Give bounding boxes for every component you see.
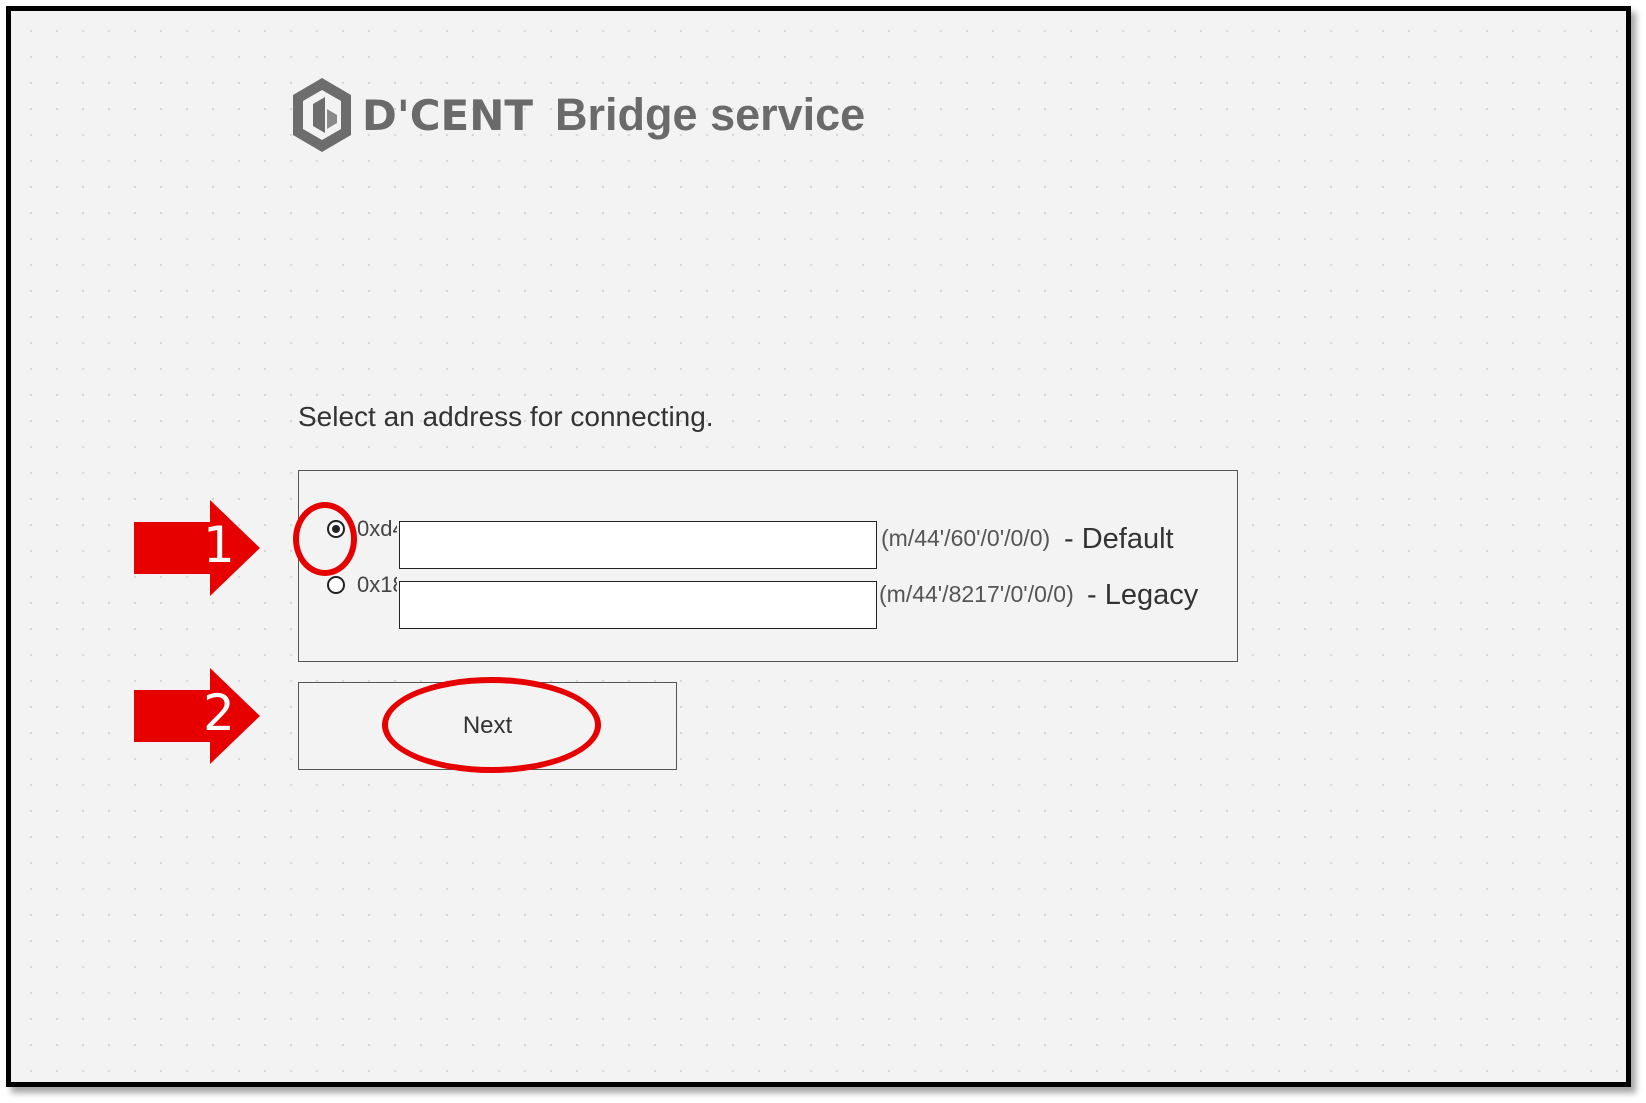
page-prompt: Select an address for connecting. xyxy=(298,401,714,432)
dcent-hexagon-logo-icon xyxy=(293,78,351,152)
logo-wordmark: D'CENT xyxy=(362,90,534,140)
address-prefix: 0xd4 xyxy=(357,516,397,541)
address-label-default: - Default xyxy=(1064,523,1174,555)
address-list: 0xd4 0x18 (m/44'/60'/0'/0/0) - Default (… xyxy=(298,470,1238,662)
address-label-legacy: - Legacy xyxy=(1087,579,1199,611)
next-button[interactable]: Next xyxy=(298,682,677,770)
address-prefix: 0x18 xyxy=(357,572,397,597)
derivation-path-legacy: (m/44'/8217'/0'/0/0) xyxy=(879,581,1074,607)
derivation-path-default: (m/44'/60'/0'/0/0) xyxy=(881,525,1051,551)
address-option-default[interactable]: 0xd4 xyxy=(327,511,397,547)
logo-service-title: Bridge service xyxy=(555,89,866,140)
radio-default[interactable] xyxy=(327,520,345,538)
redacted-address-legacy xyxy=(399,581,877,629)
redacted-address-default xyxy=(399,521,877,569)
dcent-logo: D'CENT Bridge service xyxy=(291,76,865,154)
address-option-legacy[interactable]: 0x18 xyxy=(327,567,397,603)
radio-legacy[interactable] xyxy=(327,576,345,594)
